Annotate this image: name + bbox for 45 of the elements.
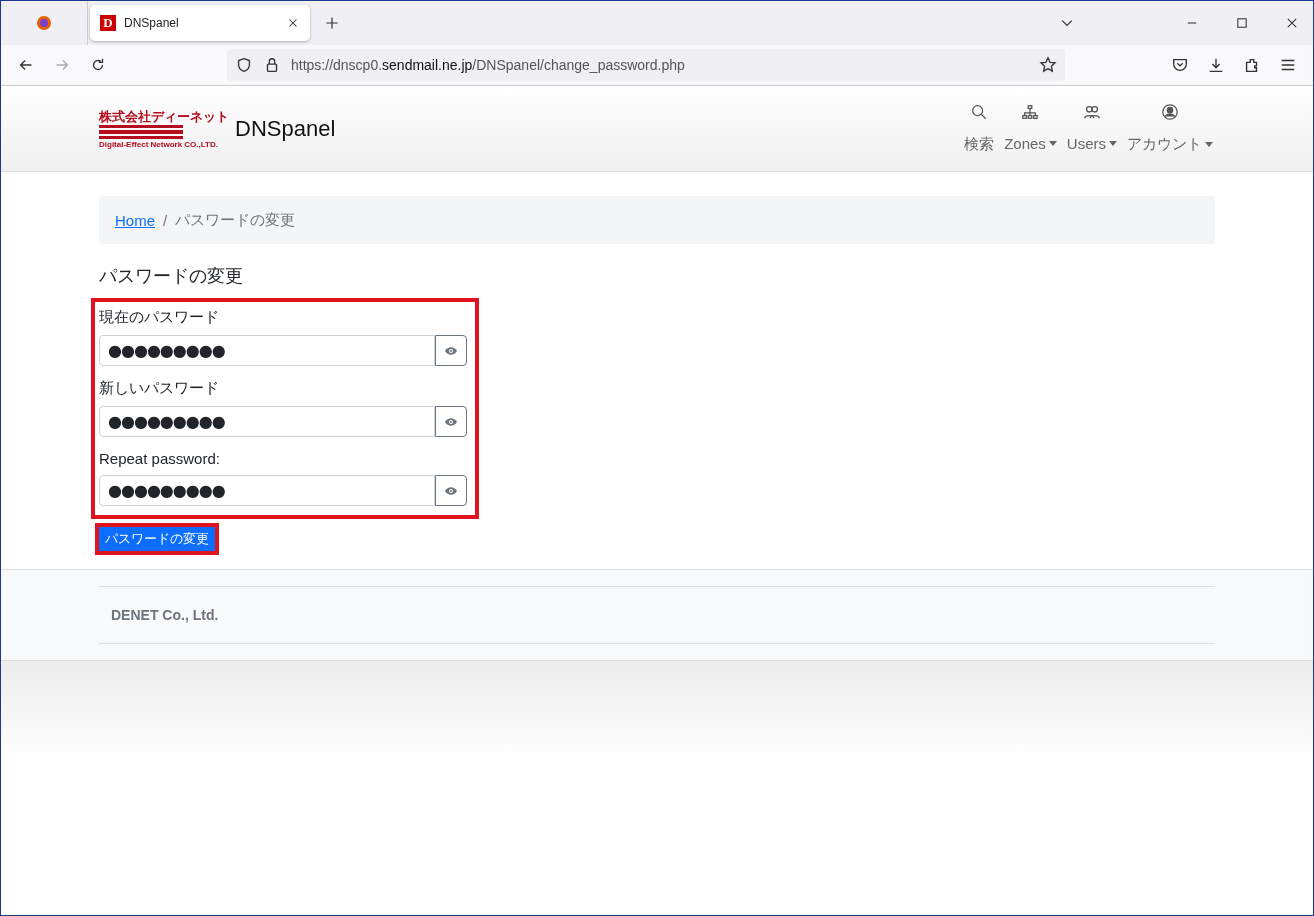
pocket-icon[interactable]: [1171, 56, 1189, 74]
page-heading: パスワードの変更: [99, 265, 244, 288]
breadcrumb-separator: /: [163, 211, 168, 229]
nav-link[interactable]: 検索: [962, 103, 997, 154]
caret-icon: [1109, 141, 1117, 146]
close-icon[interactable]: [1285, 16, 1299, 30]
people-icon: [1082, 103, 1101, 121]
eye-icon: [444, 485, 458, 496]
brand-name[interactable]: DNSpanel: [235, 115, 336, 142]
nav-link[interactable]: Users: [1064, 103, 1119, 152]
download-icon[interactable]: [1207, 56, 1225, 74]
field-label: 新しいパスワード: [99, 379, 220, 398]
search-icon: [970, 103, 989, 121]
breadcrumb-link[interactable]: Home: [115, 211, 155, 229]
password-field[interactable]: ●●●●●●●●●: [99, 335, 435, 366]
star-icon[interactable]: [1039, 56, 1057, 74]
breadcrumb-current: パスワードの変更: [175, 210, 296, 230]
field-label: Repeat password:: [99, 450, 221, 467]
caret-icon: [1205, 142, 1213, 147]
caret-icon: [1048, 141, 1057, 146]
shield-icon[interactable]: [235, 56, 253, 74]
nav-link[interactable]: Zones: [1002, 103, 1059, 152]
show-password-button[interactable]: [435, 475, 467, 506]
footer-text: DENET Co., Ltd.: [111, 607, 219, 623]
browser-tab[interactable]: D DNSpanel: [90, 5, 310, 41]
url-text: https://dnscp0.sendmail.ne.jp/DNSpanel/change_password.php: [291, 57, 686, 73]
sitemap-icon: [1021, 103, 1040, 121]
nav-link[interactable]: アカウント: [1125, 103, 1215, 154]
maximize-icon[interactable]: [1235, 16, 1249, 30]
favicon: D: [100, 15, 116, 31]
eye-icon: [444, 345, 458, 356]
user-circle-icon: [1161, 103, 1179, 121]
address-bar[interactable]: https://dnscp0.sendmail.ne.jp/DNSpanel/change_password.php: [227, 49, 1065, 81]
password-field[interactable]: ●●●●●●●●●: [99, 406, 435, 437]
company-name: 株式会社ディーネット: [99, 108, 229, 124]
show-password-button[interactable]: [435, 335, 467, 366]
browser-logo-icon[interactable]: [34, 13, 54, 33]
show-password-button[interactable]: [435, 406, 467, 437]
submit-button[interactable]: パスワードの変更: [99, 527, 215, 551]
eye-icon: [444, 416, 458, 427]
company-tagline: Digital-Effect Network CO.,LTD.: [99, 139, 218, 149]
password-field[interactable]: ●●●●●●●●●: [99, 475, 435, 506]
field-label: 現在のパスワード: [99, 308, 220, 327]
new-tab-icon[interactable]: [324, 15, 340, 31]
tab-title: DNSpanel: [124, 16, 180, 30]
